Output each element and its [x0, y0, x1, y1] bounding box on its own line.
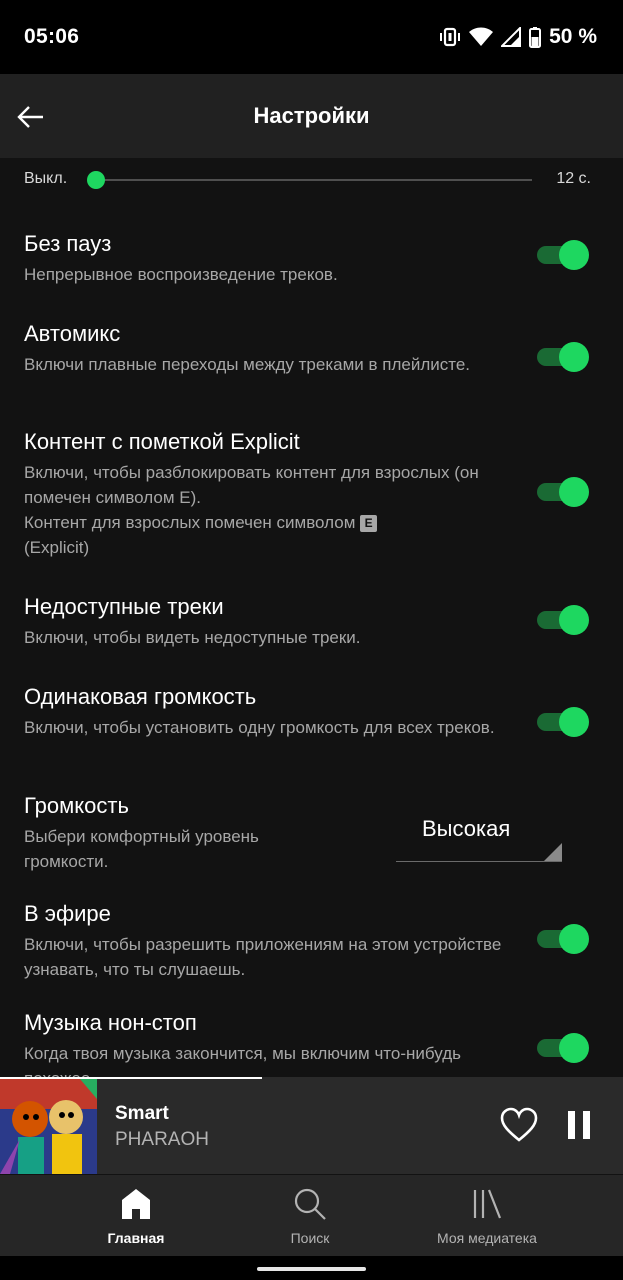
automix-toggle[interactable]	[537, 342, 589, 372]
crossfade-slider-track[interactable]	[96, 179, 532, 181]
tab-label: Моя медиатека	[437, 1230, 537, 1246]
tab-label: Поиск	[290, 1230, 330, 1246]
crossfade-max-label: 12 с.	[556, 170, 591, 187]
setting-description: Когда твоя музыка закончится, мы включим…	[24, 1044, 461, 1077]
setting-normalize-volume: Одинаковая громкость Включи, чтобы устан…	[24, 683, 599, 740]
pause-icon[interactable]	[566, 1109, 592, 1141]
setting-description: Выбери комфортный уровень громкости.	[24, 827, 259, 871]
setting-description: Включи, чтобы разрешить приложениям на э…	[24, 935, 502, 979]
setting-gapless: Без пауз Непрерывное воспроизведение тре…	[24, 230, 599, 287]
back-arrow-icon[interactable]	[16, 102, 46, 132]
home-gesture-pill[interactable]	[257, 1267, 366, 1271]
tab-search[interactable]: Поиск	[220, 1175, 400, 1256]
setting-title: В эфире	[24, 901, 111, 926]
page-title: Настройки	[253, 103, 370, 128]
mini-player[interactable]: Smart PHARAOH	[0, 1077, 623, 1174]
setting-title: Музыка нон-стоп	[24, 1010, 197, 1035]
setting-title: Одинаковая громкость	[24, 684, 257, 709]
setting-explicit: Контент с пометкой Explicit Включи, чтоб…	[24, 428, 599, 560]
setting-automix: Автомикс Включи плавные переходы между т…	[24, 320, 599, 377]
signal-icon	[501, 27, 522, 47]
setting-unavailable-tracks: Недоступные треки Включи, чтобы видеть н…	[24, 593, 599, 650]
app-header: Настройки	[0, 74, 623, 158]
battery-level: 50 %	[549, 25, 597, 48]
setting-description: Включи, чтобы видеть недоступные треки.	[24, 628, 361, 647]
unavailable-tracks-toggle[interactable]	[537, 605, 589, 635]
normalize-volume-toggle[interactable]	[537, 707, 589, 737]
tab-library[interactable]: Моя медиатека	[397, 1175, 577, 1256]
status-time: 05:06	[24, 25, 80, 48]
search-icon	[220, 1187, 400, 1223]
album-art[interactable]	[0, 1079, 97, 1174]
library-icon	[397, 1187, 577, 1223]
setting-title: Контент с пометкой Explicit	[24, 429, 300, 454]
heart-icon[interactable]	[500, 1107, 538, 1143]
tab-label: Главная	[107, 1230, 165, 1246]
explicit-toggle[interactable]	[537, 477, 589, 507]
bottom-navigation: Главная Поиск Моя медиатека	[0, 1175, 623, 1256]
status-icons: 50 %	[439, 25, 597, 49]
setting-title: Автомикс	[24, 321, 121, 346]
crossfade-slider-row: Выкл. 12 с.	[24, 168, 599, 192]
wifi-icon	[469, 27, 494, 47]
crossfade-slider-thumb[interactable]	[87, 171, 105, 189]
track-title[interactable]: Smart	[115, 1103, 169, 1125]
autoplay-toggle[interactable]	[537, 1033, 589, 1063]
dropdown-arrow-icon	[544, 843, 562, 861]
setting-title: Недоступные треки	[24, 594, 224, 619]
system-nav-bar	[0, 1256, 623, 1280]
setting-broadcast: В эфире Включи, чтобы разрешить приложен…	[24, 900, 599, 982]
tab-home[interactable]: Главная	[46, 1175, 226, 1256]
setting-autoplay: Музыка нон-стоп Когда твоя музыка законч…	[24, 1009, 599, 1077]
setting-description: Непрерывное воспроизведение треков.	[24, 265, 338, 284]
settings-list[interactable]: Выкл. 12 с. Без пауз Непрерывное воспрои…	[0, 158, 623, 1077]
setting-title: Без пауз	[24, 231, 112, 256]
gapless-toggle[interactable]	[537, 240, 589, 270]
setting-description: Включи плавные переходы между треками в …	[24, 355, 471, 374]
battery-icon	[529, 26, 542, 48]
setting-description: Включи, чтобы установить одну громкость …	[24, 718, 495, 737]
track-artist[interactable]: PHARAOH	[115, 1129, 209, 1151]
crossfade-min-label: Выкл.	[24, 170, 68, 187]
status-bar: 05:06 50 %	[0, 0, 623, 74]
volume-level-value: Высокая	[422, 816, 511, 841]
explicit-badge: E	[360, 515, 378, 532]
vibrate-icon	[439, 27, 461, 47]
setting-description: Включи, чтобы разблокировать контент для…	[24, 463, 479, 557]
volume-level-dropdown[interactable]: Высокая	[396, 788, 562, 868]
home-icon	[46, 1187, 226, 1223]
broadcast-toggle[interactable]	[537, 924, 589, 954]
